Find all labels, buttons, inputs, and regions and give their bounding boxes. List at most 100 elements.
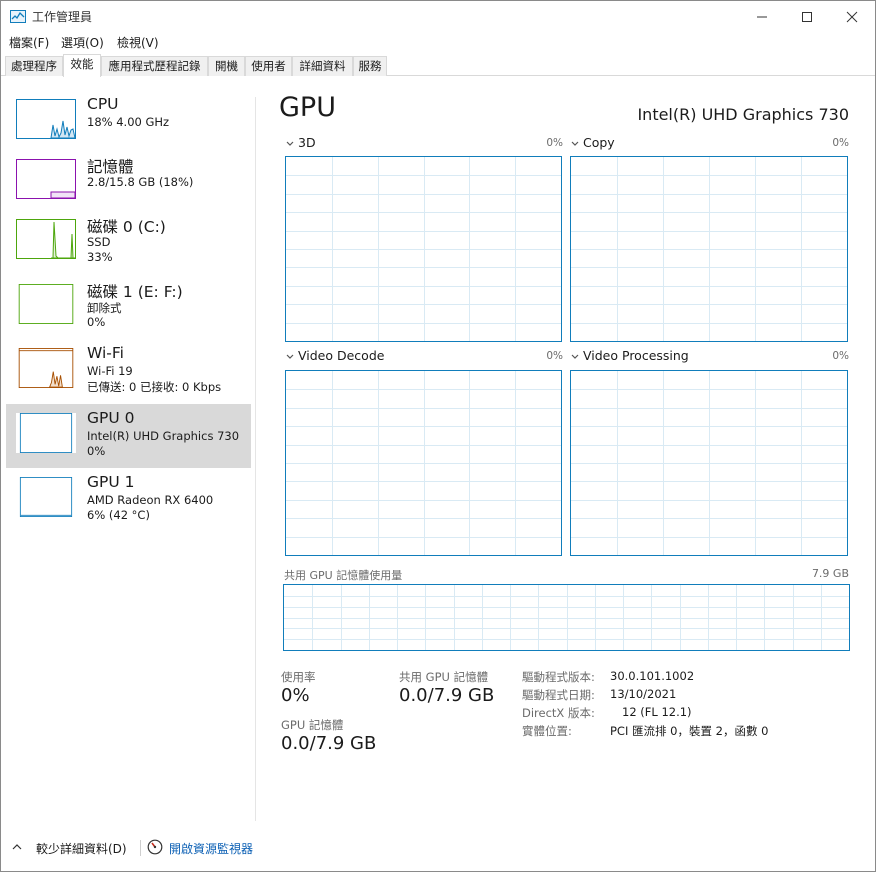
utilization-label: 使用率 bbox=[281, 670, 316, 684]
memory-thumbnail-graph bbox=[16, 159, 76, 199]
cpu-thumbnail-graph bbox=[16, 99, 76, 139]
shared-memory-graph-grid bbox=[284, 585, 849, 650]
resource-title: CPU bbox=[87, 95, 119, 113]
resource-item-gpu-1[interactable]: GPU 1 AMD Radeon RX 6400 6% (42 °C) bbox=[6, 472, 251, 536]
resource-detail: 2.8/15.8 GB (18%) bbox=[87, 175, 194, 189]
engine-graph-grid bbox=[571, 157, 847, 341]
detail-device-name: Intel(R) UHD Graphics 730 bbox=[637, 105, 849, 124]
menu-file[interactable]: 檔案(F) bbox=[9, 34, 49, 51]
driver-date-label: 驅動程式日期: bbox=[522, 688, 595, 702]
task-manager-window: 工作管理員 檔案(F) 選項(O) 檢視(V) 處理程序 效能 應用程式歷程記錄… bbox=[0, 0, 876, 872]
directx-version-value: 12 (FL 12.1) bbox=[622, 705, 692, 719]
engine-percent-video-processing: 0% bbox=[832, 350, 849, 362]
resource-title: 磁碟 1 (E: F:) bbox=[87, 283, 183, 301]
tab-strip: 處理程序 效能 應用程式歷程記錄 開機 使用者 詳細資料 服務 bbox=[1, 54, 875, 77]
gpu-0-thumbnail-graph bbox=[16, 413, 76, 453]
gpu-memory-value: 0.0/7.9 GB bbox=[281, 733, 377, 754]
tab-processes[interactable]: 處理程序 bbox=[5, 56, 63, 76]
utilization-value: 0% bbox=[281, 685, 310, 706]
engine-label-video-processing[interactable]: Video Processing bbox=[583, 348, 689, 363]
chevron-down-icon[interactable] bbox=[285, 352, 295, 362]
tab-app-history[interactable]: 應用程式歷程記錄 bbox=[101, 56, 208, 76]
engine-graph-grid bbox=[286, 157, 561, 341]
shared-memory-graph bbox=[283, 584, 850, 651]
engine-graph-grid bbox=[286, 371, 561, 555]
menu-options[interactable]: 選項(O) bbox=[61, 34, 104, 51]
resource-title: Wi-Fi bbox=[87, 344, 124, 362]
resource-title: 記憶體 bbox=[87, 158, 134, 176]
resource-title: 磁碟 0 (C:) bbox=[87, 218, 166, 236]
menu-view[interactable]: 檢視(V) bbox=[117, 34, 159, 51]
engine-percent-copy: 0% bbox=[832, 137, 849, 149]
gpu-memory-label: GPU 記憶體 bbox=[281, 718, 344, 732]
maximize-button[interactable] bbox=[784, 1, 830, 32]
minimize-icon bbox=[757, 16, 767, 17]
resource-detail: Intel(R) UHD Graphics 730 bbox=[87, 429, 240, 443]
resource-item-disk-1[interactable]: 磁碟 1 (E: F:) 卸除式 0% bbox=[6, 279, 251, 343]
minimize-button[interactable] bbox=[739, 1, 785, 32]
physical-location-value: PCI 匯流排 0，裝置 2，函數 0 bbox=[610, 724, 769, 738]
directx-version-label: DirectX 版本: bbox=[522, 706, 595, 720]
physical-location-label: 實體位置: bbox=[522, 724, 572, 738]
resource-title: GPU 1 bbox=[87, 473, 135, 491]
chevron-down-icon[interactable] bbox=[285, 139, 295, 149]
disk-0-thumbnail-graph bbox=[16, 219, 76, 259]
driver-version-value: 30.0.101.1002 bbox=[610, 669, 695, 683]
resource-detail: 卸除式 bbox=[87, 301, 122, 315]
resource-item-memory[interactable]: 記憶體 2.8/15.8 GB (18%) bbox=[6, 154, 251, 218]
resource-detail: 33% bbox=[87, 250, 113, 264]
resource-detail: 6% (42 °C) bbox=[87, 508, 150, 522]
fewer-details-button[interactable]: 較少詳細資料(D) bbox=[36, 840, 127, 857]
tab-services[interactable]: 服務 bbox=[353, 56, 387, 76]
resource-item-gpu-0[interactable]: GPU 0 Intel(R) UHD Graphics 730 0% bbox=[6, 404, 251, 468]
tab-startup[interactable]: 開機 bbox=[208, 56, 245, 76]
tab-users[interactable]: 使用者 bbox=[245, 56, 292, 76]
resource-detail: AMD Radeon RX 6400 bbox=[87, 493, 214, 507]
resource-item-cpu[interactable]: CPU 18% 4.00 GHz bbox=[6, 94, 251, 158]
shared-memory-graph-label: 共用 GPU 記憶體使用量 bbox=[284, 569, 403, 582]
resource-list: CPU 18% 4.00 GHz 記憶體 2.8/15.8 GB (18%) 磁… bbox=[1, 77, 255, 819]
resource-item-wifi[interactable]: Wi-Fi Wi-Fi 19 已傳送: 0 已接收: 0 Kbps bbox=[6, 343, 251, 407]
chevron-down-icon[interactable] bbox=[570, 139, 580, 149]
engine-graph-video-processing bbox=[570, 370, 848, 556]
close-button[interactable] bbox=[829, 1, 875, 32]
disk-1-thumbnail-graph bbox=[16, 284, 76, 324]
resource-item-disk-0[interactable]: 磁碟 0 (C:) SSD 33% bbox=[6, 214, 251, 278]
footer-separator bbox=[140, 840, 141, 856]
resource-detail: 已傳送: 0 已接收: 0 Kbps bbox=[87, 380, 222, 394]
chevron-down-icon[interactable] bbox=[570, 352, 580, 362]
resource-detail: 0% bbox=[87, 315, 106, 329]
resource-detail: 18% 4.00 GHz bbox=[87, 115, 170, 129]
maximize-icon bbox=[802, 11, 812, 22]
close-icon bbox=[846, 11, 858, 22]
window-title: 工作管理員 bbox=[32, 10, 93, 24]
detail-title: GPU bbox=[279, 92, 336, 123]
resource-monitor-icon[interactable] bbox=[147, 839, 163, 855]
shared-memory-graph-max: 7.9 GB bbox=[811, 567, 849, 580]
engine-graph-copy bbox=[570, 156, 848, 342]
engine-graph-video-decode bbox=[285, 370, 562, 556]
tab-details[interactable]: 詳細資料 bbox=[292, 56, 353, 76]
engine-percent-3d: 0% bbox=[546, 137, 563, 149]
engine-graph-grid bbox=[571, 371, 847, 555]
chevron-up-icon[interactable] bbox=[11, 842, 23, 852]
tab-performance[interactable]: 效能 bbox=[63, 54, 101, 77]
driver-date-value: 13/10/2021 bbox=[610, 687, 677, 701]
shared-gpu-memory-value: 0.0/7.9 GB bbox=[399, 685, 495, 706]
shared-gpu-memory-label: 共用 GPU 記憶體 bbox=[399, 670, 489, 684]
menu-bar: 檔案(F) 選項(O) 檢視(V) bbox=[1, 32, 875, 52]
resource-detail: Wi-Fi 19 bbox=[87, 364, 133, 378]
engine-label-copy[interactable]: Copy bbox=[583, 135, 615, 150]
gpu-1-thumbnail-graph bbox=[16, 477, 76, 517]
wifi-thumbnail-graph bbox=[16, 348, 76, 388]
pane-divider[interactable] bbox=[255, 97, 256, 821]
resource-detail: SSD bbox=[87, 235, 111, 249]
open-resource-monitor-link[interactable]: 開啟資源監視器 bbox=[169, 840, 253, 857]
engine-percent-video-decode: 0% bbox=[546, 350, 563, 362]
title-bar: 工作管理員 bbox=[1, 1, 875, 32]
engine-label-video-decode[interactable]: Video Decode bbox=[298, 348, 384, 363]
resource-detail: 0% bbox=[87, 444, 106, 458]
driver-version-label: 驅動程式版本: bbox=[522, 670, 595, 684]
task-manager-app-icon bbox=[10, 10, 26, 23]
engine-label-3d[interactable]: 3D bbox=[298, 135, 316, 150]
